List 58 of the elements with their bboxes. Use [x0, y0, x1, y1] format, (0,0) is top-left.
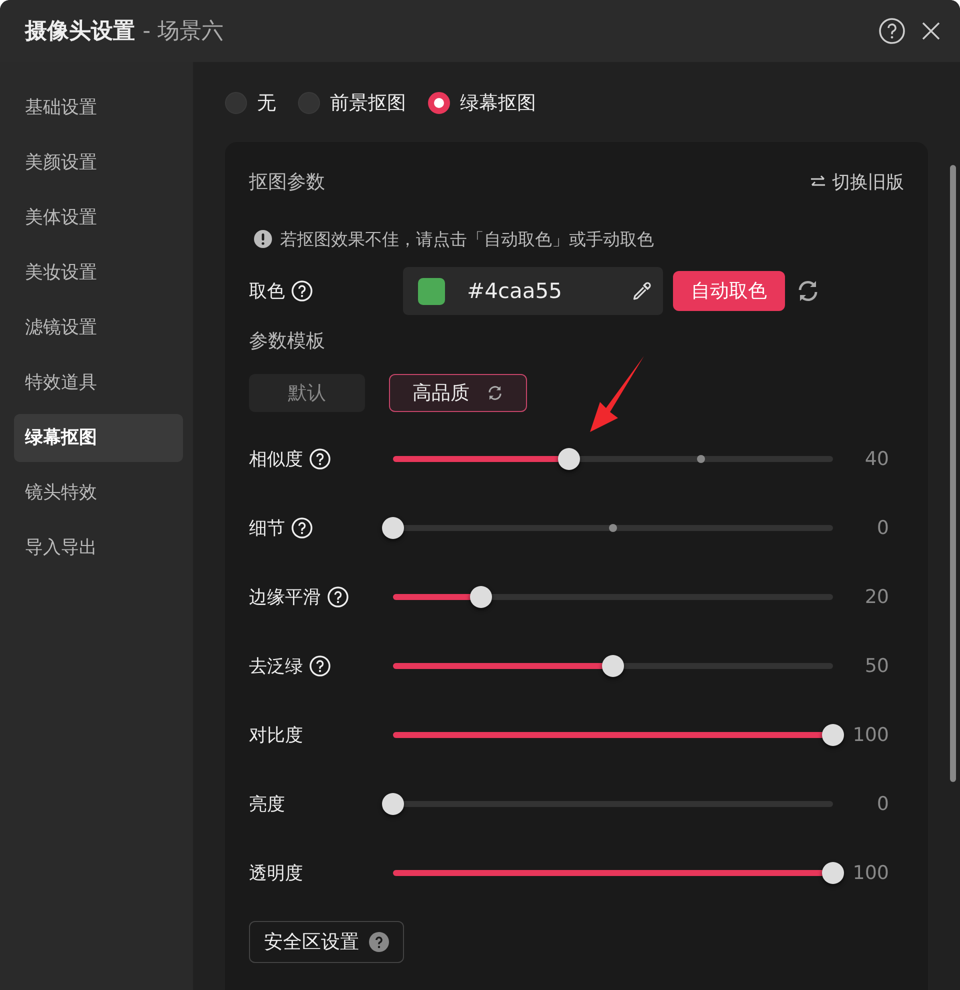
slider-value: 0	[876, 516, 889, 538]
swap-icon	[810, 175, 826, 189]
slider-label: 透明度	[249, 862, 303, 884]
sidebar-item[interactable]: 美体设置	[14, 194, 183, 242]
radio-label: 绿幕抠图	[460, 91, 536, 116]
slider-value: 100	[852, 862, 889, 884]
slider-label: 边缘平滑	[249, 586, 321, 608]
slider-label: 对比度	[249, 724, 303, 746]
radio-label: 前景抠图	[330, 91, 406, 116]
switch-version-link[interactable]: 切换旧版	[810, 170, 904, 194]
radio-icon[interactable]	[428, 92, 450, 114]
auto-pick-button[interactable]: 自动取色	[673, 271, 785, 311]
slider-value: 40	[864, 448, 889, 470]
sidebar-item[interactable]: 美妆设置	[14, 249, 183, 297]
template-button[interactable]: 高品质	[389, 374, 527, 412]
sidebar-item[interactable]: 导入导出	[14, 524, 183, 572]
slider-thumb[interactable]	[822, 724, 844, 746]
slider-value: 0	[876, 792, 889, 814]
warning-icon	[254, 230, 272, 248]
radio-icon[interactable]	[298, 92, 320, 114]
safe-zone-button[interactable]: 安全区设置	[249, 921, 404, 963]
radio-label: 无	[257, 91, 276, 116]
slider-value: 100	[852, 724, 889, 746]
slider-value: 50	[864, 654, 889, 676]
notice-text: 若抠图效果不佳，请点击「自动取色」或手动取色	[280, 228, 654, 250]
slider-thumb[interactable]	[470, 586, 492, 608]
slider-thumb[interactable]	[382, 516, 404, 538]
radio-option[interactable]: 无	[225, 90, 276, 116]
close-icon[interactable]	[920, 20, 942, 42]
field-label: 取色	[249, 280, 285, 303]
slider-label: 相似度	[249, 448, 303, 470]
sidebar-item[interactable]: 绿幕抠图	[14, 414, 183, 462]
radio-icon[interactable]	[225, 92, 247, 114]
slider-label: 亮度	[249, 792, 285, 816]
slider-thumb[interactable]	[558, 448, 580, 470]
slider-value: 20	[864, 586, 889, 608]
help-icon[interactable]	[878, 17, 906, 45]
color-field[interactable]: #4caa55	[403, 267, 663, 315]
slider-thumb[interactable]	[382, 792, 404, 814]
sidebar-item[interactable]: 特效道具	[14, 359, 183, 407]
sidebar-item[interactable]: 滤镜设置	[14, 304, 183, 352]
section-title: 抠图参数	[249, 170, 325, 195]
slider-label: 去泛绿	[249, 654, 303, 678]
scrollbar[interactable]	[950, 165, 956, 782]
slider-thumb[interactable]	[602, 654, 624, 676]
refresh-icon	[486, 384, 504, 402]
slider-label: 细节	[249, 516, 285, 540]
slider-thumb[interactable]	[822, 862, 844, 884]
sidebar-item[interactable]: 美颜设置	[14, 139, 183, 187]
section-label: 参数模板	[249, 329, 326, 354]
help-icon	[369, 932, 389, 952]
eyedropper-icon[interactable]	[631, 280, 653, 302]
radio-option[interactable]: 绿幕抠图	[428, 90, 536, 116]
window-title: 摄像头设置 - 场景六	[25, 18, 225, 46]
sidebar-item[interactable]: 镜头特效	[14, 469, 183, 517]
sidebar-item[interactable]: 基础设置	[14, 84, 183, 132]
radio-option[interactable]: 前景抠图	[298, 90, 406, 116]
template-button[interactable]: 默认	[249, 374, 365, 412]
